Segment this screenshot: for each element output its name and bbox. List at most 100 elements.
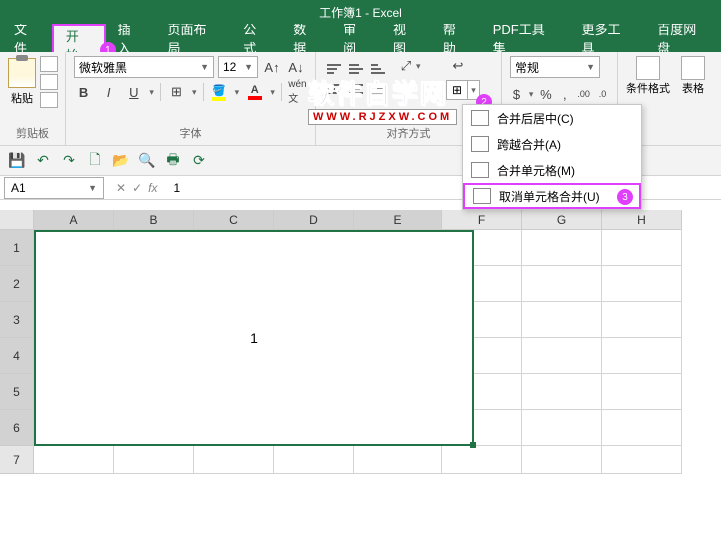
chevron-down-icon[interactable]: ▾ xyxy=(416,61,421,72)
cell[interactable] xyxy=(522,374,602,410)
cell[interactable] xyxy=(522,338,602,374)
format-painter-icon[interactable] xyxy=(40,92,58,108)
cell[interactable] xyxy=(354,446,442,474)
increase-indent-icon[interactable]: ⇥ xyxy=(418,80,438,100)
row-header[interactable]: 2 xyxy=(0,266,34,302)
col-header[interactable]: B xyxy=(114,210,194,230)
merge-cells-button[interactable]: ⊞ xyxy=(446,80,468,100)
chevron-down-icon[interactable]: ▾ xyxy=(192,87,197,98)
cell[interactable] xyxy=(274,446,354,474)
cancel-formula-icon[interactable]: ✕ xyxy=(116,181,126,195)
number-format-select[interactable]: 常规 ▼ xyxy=(510,56,600,78)
row-header[interactable]: 5 xyxy=(0,374,34,410)
merge-cells-item[interactable]: 合并单元格(M) xyxy=(463,157,641,183)
font-name-select[interactable]: 微软雅黑 ▼ xyxy=(74,56,214,78)
cell[interactable] xyxy=(522,230,602,266)
col-header[interactable]: G xyxy=(522,210,602,230)
menu-layout[interactable]: 页面布局 xyxy=(156,24,232,52)
cell[interactable] xyxy=(34,446,114,474)
col-header[interactable]: C xyxy=(194,210,274,230)
table-format-button[interactable]: 表格 xyxy=(678,56,708,96)
col-header[interactable]: H xyxy=(602,210,682,230)
undo-icon[interactable]: ↶ xyxy=(34,152,52,170)
increase-decimal-icon[interactable]: .00 xyxy=(577,84,590,104)
refresh-icon[interactable]: ⟳ xyxy=(190,152,208,170)
menu-help[interactable]: 帮助 xyxy=(431,24,481,52)
cell[interactable] xyxy=(442,446,522,474)
row-header[interactable]: 1 xyxy=(0,230,34,266)
font-color-button[interactable]: A xyxy=(245,82,264,102)
merge-across-item[interactable]: 跨越合并(A) xyxy=(463,131,641,157)
align-center-icon[interactable] xyxy=(346,79,366,97)
menu-review[interactable]: 审阅 xyxy=(331,24,381,52)
cell[interactable] xyxy=(602,446,682,474)
increase-font-icon[interactable]: A↑ xyxy=(262,57,282,77)
new-icon[interactable]: 🗋 xyxy=(86,152,104,170)
decrease-font-icon[interactable]: A↓ xyxy=(286,57,306,77)
percent-button[interactable]: % xyxy=(539,84,552,104)
cell[interactable] xyxy=(602,266,682,302)
menu-baidu[interactable]: 百度网盘 xyxy=(645,24,721,52)
paste-button[interactable]: 粘贴 xyxy=(8,58,36,106)
chevron-down-icon[interactable]: ▾ xyxy=(529,89,534,100)
phonetic-button[interactable]: wén文 xyxy=(288,82,307,102)
fx-icon[interactable]: fx xyxy=(148,181,157,195)
cell[interactable] xyxy=(602,338,682,374)
cut-icon[interactable] xyxy=(40,56,58,72)
chevron-down-icon[interactable]: ▾ xyxy=(235,87,240,98)
comma-button[interactable]: , xyxy=(558,84,571,104)
menu-more[interactable]: 更多工具 xyxy=(569,24,645,52)
save-icon[interactable]: 💾 xyxy=(8,152,26,170)
col-header[interactable]: F xyxy=(442,210,522,230)
chevron-down-icon[interactable]: ▾ xyxy=(270,87,275,98)
underline-button[interactable]: U xyxy=(124,82,143,102)
print-preview-icon[interactable]: 🔍 xyxy=(138,152,156,170)
menu-pdf[interactable]: PDF工具集 xyxy=(481,24,570,52)
cell[interactable] xyxy=(602,374,682,410)
accept-formula-icon[interactable]: ✓ xyxy=(132,181,142,195)
select-all-corner[interactable] xyxy=(0,210,34,230)
align-left-icon[interactable] xyxy=(324,79,344,97)
cell[interactable] xyxy=(602,302,682,338)
row-header[interactable]: 6 xyxy=(0,410,34,446)
cell[interactable] xyxy=(194,446,274,474)
col-header[interactable]: D xyxy=(274,210,354,230)
cell[interactable] xyxy=(602,230,682,266)
row-header[interactable]: 4 xyxy=(0,338,34,374)
bold-button[interactable]: B xyxy=(74,82,93,102)
menu-data[interactable]: 数据 xyxy=(281,24,331,52)
cell[interactable] xyxy=(522,302,602,338)
redo-icon[interactable]: ↷ xyxy=(60,152,78,170)
row-header[interactable]: 3 xyxy=(0,302,34,338)
decrease-indent-icon[interactable]: ⇤ xyxy=(396,80,416,100)
italic-button[interactable]: I xyxy=(99,82,118,102)
fill-color-button[interactable]: 🪣 xyxy=(210,82,229,102)
align-bottom-icon[interactable] xyxy=(368,59,388,77)
orientation-button[interactable]: ⤢ xyxy=(396,56,416,76)
align-top-icon[interactable] xyxy=(324,59,344,77)
cell[interactable] xyxy=(522,446,602,474)
align-middle-icon[interactable] xyxy=(346,59,366,77)
cell[interactable] xyxy=(522,266,602,302)
col-header[interactable]: E xyxy=(354,210,442,230)
unmerge-cells-item[interactable]: 取消单元格合并(U) 3 xyxy=(463,183,641,209)
currency-button[interactable]: $ xyxy=(510,84,523,104)
open-icon[interactable]: 📂 xyxy=(112,152,130,170)
menu-file[interactable]: 文件 xyxy=(2,24,52,52)
copy-icon[interactable] xyxy=(40,74,58,90)
col-header[interactable]: A xyxy=(34,210,114,230)
cell[interactable] xyxy=(522,410,602,446)
conditional-format-button[interactable]: 条件格式 xyxy=(626,56,670,96)
chevron-down-icon[interactable]: ▾ xyxy=(149,87,154,98)
merged-cell-selection[interactable]: 1 xyxy=(34,230,474,446)
decrease-decimal-icon[interactable]: .0 xyxy=(596,84,609,104)
menu-formula[interactable]: 公式 xyxy=(231,24,281,52)
row-header[interactable]: 7 xyxy=(0,446,34,474)
cell[interactable] xyxy=(602,410,682,446)
wrap-text-button[interactable]: ↩ xyxy=(446,56,470,76)
print-icon[interactable]: 🖶 xyxy=(164,152,182,170)
align-right-icon[interactable] xyxy=(368,79,388,97)
menu-view[interactable]: 视图 xyxy=(381,24,431,52)
cell[interactable] xyxy=(114,446,194,474)
merge-center-item[interactable]: 合并后居中(C) xyxy=(463,105,641,131)
